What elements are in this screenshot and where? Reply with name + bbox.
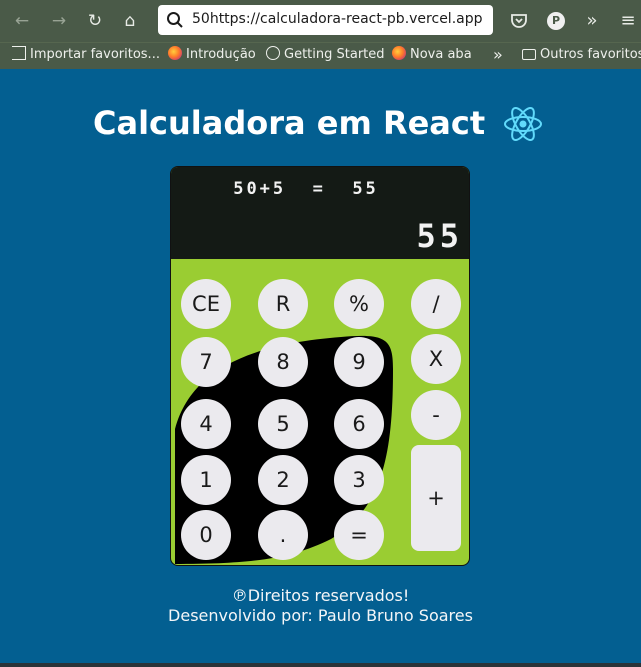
minus-button[interactable]: - <box>411 390 461 440</box>
page-title: Calculadora em React <box>93 104 486 142</box>
digit-1-button[interactable]: 1 <box>181 455 231 505</box>
multiply-button[interactable]: X <box>411 334 461 384</box>
result-display: 55 <box>416 217 463 255</box>
profile-avatar[interactable]: P <box>547 12 565 30</box>
keypad: CE R % / 7 8 9 X 4 5 6 - 1 2 3 + 0 . = <box>171 259 469 565</box>
home-icon[interactable]: ⌂ <box>118 9 142 33</box>
digit-5-button[interactable]: 5 <box>258 399 308 449</box>
bottom-edge <box>0 663 641 667</box>
search-icon <box>167 12 183 28</box>
expression-display: 50+5 = 55 <box>233 179 379 199</box>
digit-3-button[interactable]: 3 <box>334 455 384 505</box>
hamburger-icon[interactable]: ≡ <box>616 9 640 33</box>
other-bookmarks-label: Outros favoritos <box>540 47 641 62</box>
decimal-point-button[interactable]: . <box>258 510 308 560</box>
bookmark-label: Introdução <box>186 47 256 62</box>
divide-button[interactable]: / <box>411 279 461 329</box>
pocket-icon[interactable] <box>510 12 528 30</box>
bookmark-label: Importar favoritos... <box>30 47 160 62</box>
digit-0-button[interactable]: 0 <box>181 510 231 560</box>
reload-icon[interactable]: ↻ <box>83 9 107 33</box>
digit-2-button[interactable]: 2 <box>258 455 308 505</box>
reset-button[interactable]: R <box>258 279 308 329</box>
react-logo-icon <box>504 107 542 141</box>
browser-toolbar: ← → ↻ ⌂ 50https://calculadora-react-pb.v… <box>0 0 641 42</box>
import-icon <box>12 46 26 60</box>
bookmark-introducao[interactable]: Introdução <box>168 45 256 65</box>
bookmarks-overflow-icon[interactable]: » <box>493 45 503 65</box>
plus-button[interactable]: + <box>411 445 461 551</box>
digit-7-button[interactable]: 7 <box>181 337 231 387</box>
footer-rights: ℗Direitos reservados! <box>231 586 410 605</box>
bookmark-import[interactable]: Importar favoritos... <box>12 45 160 65</box>
bookmark-getting-started[interactable]: Getting Started <box>266 45 385 65</box>
url-bar[interactable]: 50https://calculadora-react-pb.vercel.ap… <box>158 5 493 35</box>
footer-author: Desenvolvido por: Paulo Bruno Soares <box>168 606 473 625</box>
digit-9-button[interactable]: 9 <box>334 337 384 387</box>
percent-button[interactable]: % <box>334 279 384 329</box>
back-icon[interactable]: ← <box>10 9 34 33</box>
calculator: 50+5 = 55 55 CE R % / 7 8 9 X 4 5 6 - 1 … <box>170 166 470 566</box>
digit-6-button[interactable]: 6 <box>334 399 384 449</box>
clear-entry-button[interactable]: CE <box>181 279 231 329</box>
url-text[interactable]: 50https://calculadora-react-pb.vercel.ap… <box>192 11 483 27</box>
equals-button[interactable]: = <box>334 510 384 560</box>
firefox-icon <box>168 46 182 60</box>
bookmark-label: Getting Started <box>284 47 385 62</box>
other-bookmarks[interactable]: Outros favoritos <box>522 45 641 65</box>
digit-8-button[interactable]: 8 <box>258 337 308 387</box>
digit-4-button[interactable]: 4 <box>181 399 231 449</box>
forward-icon[interactable]: → <box>47 9 71 33</box>
bookmark-label: Nova aba <box>410 47 472 62</box>
bookmark-nova-aba[interactable]: Nova aba <box>392 45 472 65</box>
calculator-display: 50+5 = 55 55 <box>171 167 469 259</box>
firefox-icon <box>392 46 406 60</box>
chevron-double-right-icon[interactable]: » <box>580 9 604 33</box>
globe-icon <box>266 46 280 60</box>
folder-icon <box>522 49 536 60</box>
